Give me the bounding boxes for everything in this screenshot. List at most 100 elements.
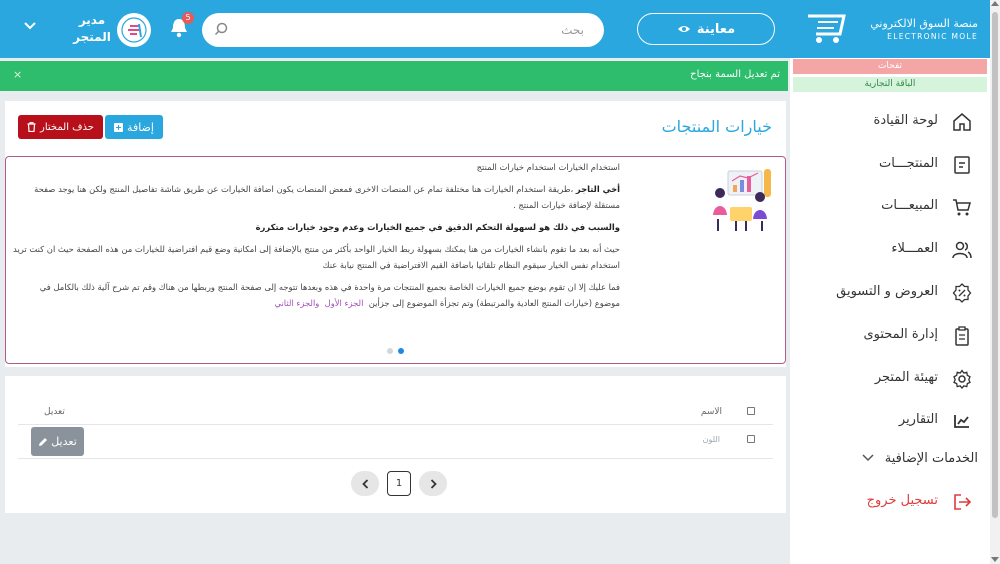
- search-icon[interactable]: [214, 22, 228, 36]
- pencil-icon: [39, 437, 48, 446]
- option-name: اللون: [702, 435, 720, 444]
- sidebar-item-label: العروض و التسويق: [836, 284, 938, 299]
- help-link-part1[interactable]: الجزء الأول: [325, 298, 364, 308]
- help-info-box: استخدام الخيارات استخدام خيارات المنتج أ…: [5, 156, 786, 364]
- carousel-dot[interactable]: [387, 348, 393, 354]
- select-all-checkbox[interactable]: [747, 407, 755, 415]
- sidebar-item-dashboard[interactable]: لوحة القيادة: [790, 107, 990, 137]
- success-alert: تم تعديل السمة بنجاح ×: [0, 61, 788, 91]
- sidebar-item-label: إدارة المحتوى: [863, 327, 938, 342]
- sidebar-item-customers[interactable]: العمـــلاء: [790, 235, 990, 265]
- alert-message: تم تعديل السمة بنجاح: [690, 69, 780, 80]
- scroll-down-arrow-icon[interactable]: [991, 557, 999, 562]
- plus-square-icon: [114, 122, 124, 132]
- edit-button-label: تعديل: [51, 435, 77, 448]
- product-options-card: خيارات المنتجات إضافة حذف المختار استخدا…: [5, 101, 786, 367]
- sidebar-item-label: لوحة القيادة: [873, 113, 938, 128]
- help-paragraph-1-text: ،طريقة استخدام الخيارات هنا مختلفة تمام …: [34, 184, 620, 210]
- help-link-part2[interactable]: الجزء الثاني: [275, 298, 316, 308]
- home-icon: [953, 113, 971, 131]
- sidebar-item-label: تهيئة المتجر: [874, 370, 938, 385]
- logo-title: منصة السوق الالكتروني: [870, 17, 978, 30]
- trash-icon: [27, 122, 36, 132]
- row-checkbox[interactable]: [747, 435, 755, 443]
- percent-badge-icon: [952, 283, 972, 303]
- notification-count-badge: 5: [182, 12, 194, 24]
- user-role-line2: المتجر: [73, 30, 111, 44]
- column-header-edit: تعديل: [44, 407, 65, 417]
- sidebar-item-label: التقارير: [898, 412, 938, 427]
- box-icon: [954, 156, 970, 174]
- pagination-current-page[interactable]: 1: [387, 471, 411, 496]
- logo-subtitle: ELECTRONIC MOLE: [887, 32, 978, 41]
- edit-button[interactable]: تعديل: [31, 427, 84, 456]
- chevron-down-icon[interactable]: [24, 22, 36, 30]
- sidebar-item-extra-services[interactable]: الخدمات الإضافية: [790, 445, 990, 475]
- sidebar: تفحات الباقة التجارية لوحة القيادة المنت…: [790, 58, 990, 564]
- sidebar-item-products[interactable]: المنتجـــات: [790, 150, 990, 180]
- sidebar-item-logout[interactable]: تسجيل خروج: [790, 487, 990, 517]
- carousel-dots: [387, 348, 404, 354]
- table-divider: [18, 424, 773, 425]
- pagination-prev-button[interactable]: [351, 471, 379, 496]
- scrollbar-thumb[interactable]: [992, 12, 998, 518]
- sidebar-item-label: العمـــلاء: [891, 241, 938, 256]
- store-logo-icon: [121, 17, 147, 43]
- brand-logo[interactable]: منصة السوق الالكتروني ELECTRONIC MOLE: [803, 8, 978, 48]
- plan-status-badge: تفحات: [793, 59, 987, 74]
- chevron-left-icon: [361, 478, 368, 489]
- gear-icon: [953, 369, 971, 389]
- chart-icon: [954, 415, 969, 428]
- options-table-card: الاسم تعديل اللون تعديل 1: [5, 376, 786, 513]
- chevron-right-icon: [430, 478, 437, 489]
- eye-icon: [677, 26, 690, 32]
- add-button-label: إضافة: [127, 120, 154, 134]
- sidebar-item-label: تسجيل خروج: [866, 493, 938, 508]
- top-header: منصة السوق الالكتروني ELECTRONIC MOLE مع…: [0, 0, 990, 58]
- user-role-line1: مدير: [78, 13, 106, 27]
- illustration-image: [713, 169, 771, 231]
- help-paragraph-2-text: والسبب في ذلك هو لسهولة التحكم الدقيق في…: [255, 222, 620, 232]
- sidebar-item-label: المبيعـــات: [881, 198, 938, 213]
- help-paragraph-1: أخي التاجر ،طريقة استخدام الخيارات هنا م…: [12, 181, 620, 213]
- sidebar-item-reports[interactable]: التقارير: [790, 406, 990, 436]
- delete-selected-button[interactable]: حذف المختار: [18, 115, 103, 139]
- close-icon[interactable]: ×: [13, 68, 22, 81]
- clipboard-icon: [955, 326, 969, 346]
- sidebar-item-store-setup[interactable]: تهيئة المتجر: [790, 364, 990, 394]
- plan-name-badge: الباقة التجارية: [793, 77, 987, 92]
- page-title: خيارات المنتجات: [661, 117, 772, 136]
- delete-selected-label: حذف المختار: [40, 121, 94, 133]
- users-icon: [952, 241, 972, 259]
- notifications-button[interactable]: 5: [170, 12, 194, 42]
- avatar[interactable]: [117, 13, 151, 47]
- sidebar-item-marketing[interactable]: العروض و التسويق: [790, 278, 990, 308]
- sidebar-item-content[interactable]: إدارة المحتوى: [790, 321, 990, 351]
- logout-icon: [954, 494, 972, 510]
- add-button[interactable]: إضافة: [105, 115, 163, 139]
- column-header-name: الاسم: [700, 407, 722, 417]
- help-text: استخدام الخيارات استخدام خيارات المنتج أ…: [12, 159, 620, 317]
- page-scrollbar[interactable]: [990, 0, 1000, 564]
- pagination: 1: [351, 471, 447, 496]
- preview-label: معاينة: [696, 21, 736, 37]
- help-paragraph-4: فما عليك إلا ان تقوم بوضع جميع الخيارات …: [12, 279, 620, 311]
- user-role-label[interactable]: مدير المتجر: [72, 12, 112, 46]
- carousel-dot-active[interactable]: [398, 348, 404, 354]
- chevron-down-icon: [862, 454, 874, 462]
- help-lead: أخي التاجر: [575, 184, 620, 194]
- sidebar-item-label: المنتجـــات: [879, 156, 938, 171]
- cart-logo-icon: [808, 14, 846, 43]
- help-paragraph-2: والسبب في ذلك هو لسهولة التحكم الدقيق في…: [12, 219, 620, 235]
- sidebar-item-sales[interactable]: المبيعـــات: [790, 192, 990, 222]
- pagination-next-button[interactable]: [419, 471, 447, 496]
- table-divider: [18, 458, 773, 459]
- sidebar-item-label: الخدمات الإضافية: [884, 451, 978, 466]
- scroll-up-arrow-icon[interactable]: [991, 1, 999, 6]
- preview-button[interactable]: معاينة: [637, 13, 775, 45]
- help-paragraph-3: حيث أنه بعد ما تقوم بانشاء الخيارات من ه…: [13, 244, 620, 270]
- search-input[interactable]: [244, 13, 584, 47]
- cart-icon: [953, 199, 971, 216]
- help-heading: استخدام الخيارات استخدام خيارات المنتج: [476, 162, 620, 172]
- search-box: [202, 13, 604, 47]
